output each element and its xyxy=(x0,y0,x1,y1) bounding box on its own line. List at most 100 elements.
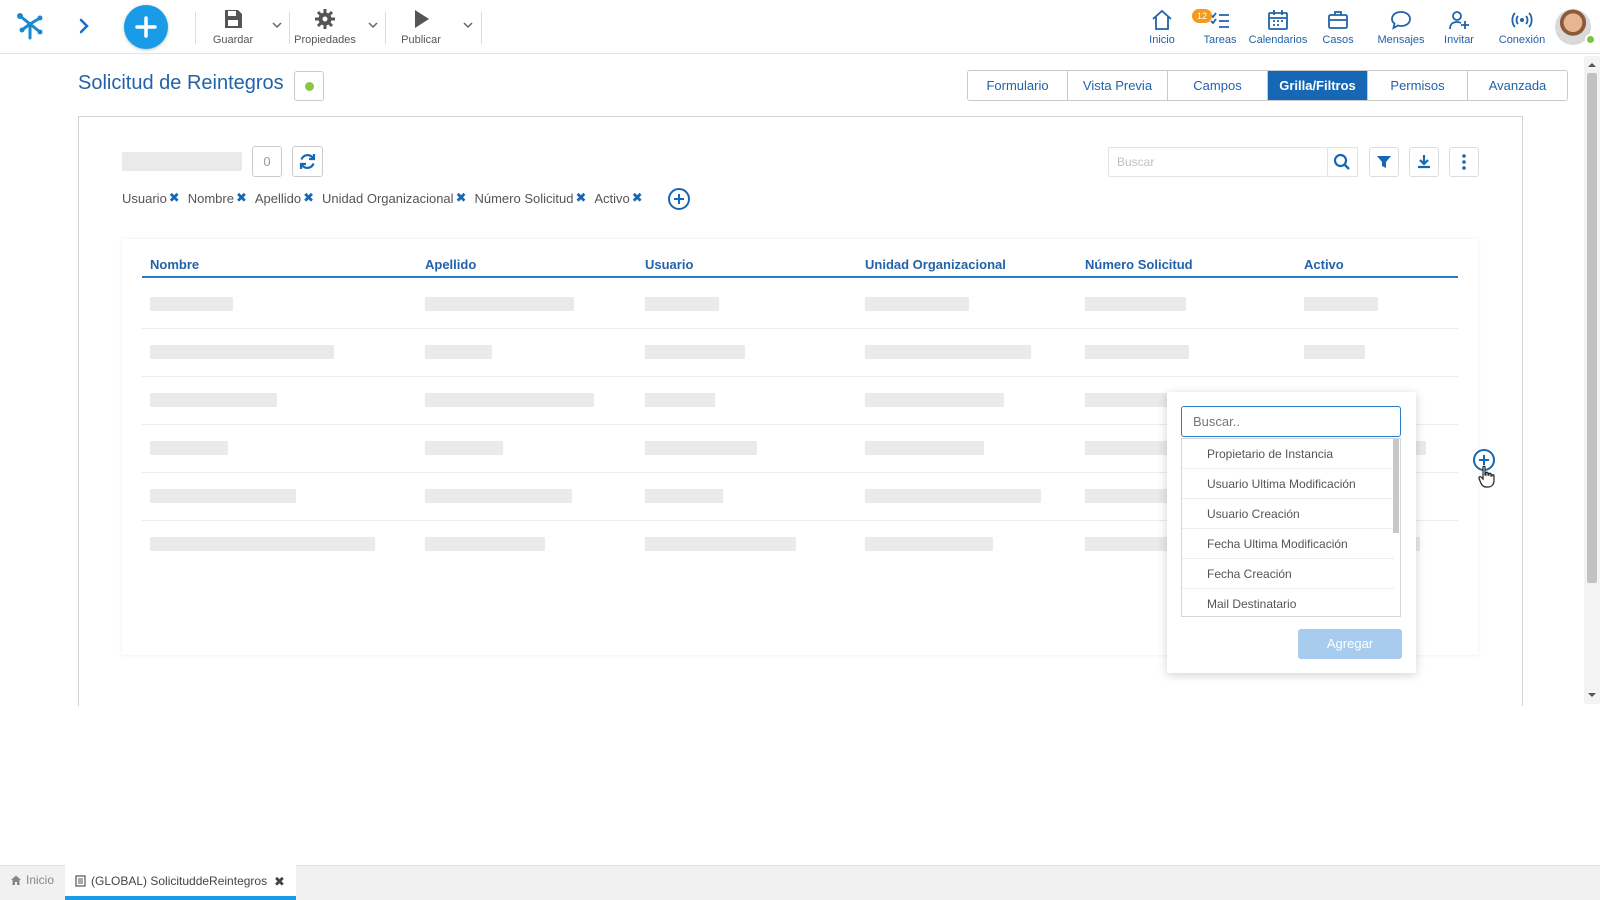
list-item[interactable]: Usuario Ultima Modificación xyxy=(1182,469,1394,499)
cell-placeholder xyxy=(865,345,1031,359)
cell-placeholder xyxy=(150,393,277,407)
filter-chip: Nombre ✖ xyxy=(188,190,247,206)
cell-placeholder xyxy=(1085,297,1186,311)
cell-placeholder xyxy=(645,345,745,359)
tasks-icon xyxy=(1210,12,1229,28)
remove-chip-icon[interactable]: ✖ xyxy=(632,190,643,206)
add-user-icon xyxy=(1449,11,1469,30)
cell-placeholder xyxy=(425,489,572,503)
cell-placeholder xyxy=(425,297,574,311)
filter-chip: Usuario ✖ xyxy=(122,190,180,206)
chevron-down-icon[interactable] xyxy=(366,18,380,32)
tab-vista-previa[interactable]: Vista Previa xyxy=(1068,71,1168,100)
cell-placeholder xyxy=(1304,345,1365,359)
save-icon xyxy=(225,10,242,28)
list-item[interactable]: Fecha Ultima Modificación xyxy=(1182,529,1394,559)
filter-button[interactable] xyxy=(1369,147,1399,177)
grid-title-placeholder xyxy=(122,152,242,171)
tab-grilla-filtros[interactable]: Grilla/Filtros xyxy=(1268,71,1368,100)
filter-chip-label: Número Solicitud xyxy=(474,190,574,206)
new-button[interactable] xyxy=(124,5,168,49)
nav-conexion[interactable]: Conexión xyxy=(1497,8,1547,48)
chevron-down-icon[interactable] xyxy=(270,18,284,32)
add-filter-icon[interactable] xyxy=(667,187,691,211)
scroll-down-icon[interactable] xyxy=(1584,688,1600,702)
cell-placeholder xyxy=(425,441,503,455)
popover-search-input[interactable]: Buscar.. xyxy=(1181,406,1401,437)
cell-placeholder xyxy=(150,489,296,503)
row-divider xyxy=(142,376,1458,377)
refresh-button[interactable] xyxy=(292,146,323,177)
tab-formulario[interactable]: Formulario xyxy=(968,71,1068,100)
status-indicator-button[interactable] xyxy=(294,71,324,101)
nav-invitar[interactable]: Invitar xyxy=(1441,8,1477,48)
cell-placeholder xyxy=(1304,297,1378,311)
cell-placeholder xyxy=(645,393,715,407)
toolbar-divider xyxy=(195,12,196,44)
chevron-right-icon[interactable] xyxy=(72,14,96,38)
taskbar-home[interactable]: Inicio xyxy=(10,873,54,887)
tab-avanzada[interactable]: Avanzada xyxy=(1468,71,1567,100)
cell-placeholder xyxy=(150,441,228,455)
column-header[interactable]: Usuario xyxy=(645,257,693,272)
nav-invitar-label: Invitar xyxy=(1444,34,1474,46)
page-scrollbar-thumb[interactable] xyxy=(1587,73,1597,583)
filter-chip-label: Activo xyxy=(594,190,630,206)
grid-search-button[interactable] xyxy=(1328,147,1358,177)
column-header[interactable]: Unidad Organizacional xyxy=(865,257,1006,272)
nav-calendarios[interactable]: Calendarios xyxy=(1248,8,1308,48)
filter-chip-label: Usuario xyxy=(122,190,167,206)
remove-chip-icon[interactable]: ✖ xyxy=(236,190,247,206)
download-button[interactable] xyxy=(1409,147,1439,177)
list-item[interactable]: Propietario de Instancia xyxy=(1182,439,1394,469)
properties-button[interactable]: Propiedades xyxy=(293,8,357,48)
gear-icon xyxy=(315,9,335,29)
column-header[interactable]: Activo xyxy=(1304,257,1344,272)
list-item[interactable]: Usuario Creación xyxy=(1182,499,1394,529)
add-button[interactable]: Agregar xyxy=(1298,629,1402,659)
tab-permisos[interactable]: Permisos xyxy=(1368,71,1468,100)
play-icon xyxy=(415,10,429,28)
remove-chip-icon[interactable]: ✖ xyxy=(303,190,314,206)
plus-icon xyxy=(135,16,157,38)
popover-list[interactable]: Propietario de Instancia Usuario Ultima … xyxy=(1181,438,1401,617)
list-item[interactable]: Fecha Creación xyxy=(1182,559,1394,589)
remove-chip-icon[interactable]: ✖ xyxy=(456,190,467,206)
nav-mensajes[interactable]: Mensajes xyxy=(1376,8,1426,48)
filter-icon xyxy=(1377,156,1391,168)
publish-label: Publicar xyxy=(401,34,441,46)
toolbar-divider xyxy=(289,12,290,44)
cell-placeholder xyxy=(425,537,545,551)
save-button[interactable]: Guardar xyxy=(208,8,258,48)
close-icon[interactable]: ✖ xyxy=(274,874,285,890)
chevron-down-icon[interactable] xyxy=(461,18,475,32)
popover-scrollbar[interactable] xyxy=(1393,439,1399,533)
online-status-dot xyxy=(1585,34,1596,45)
nav-calendarios-label: Calendarios xyxy=(1248,34,1308,46)
home-icon xyxy=(1152,9,1172,30)
scroll-up-icon[interactable] xyxy=(1584,58,1600,72)
remove-chip-icon[interactable]: ✖ xyxy=(169,190,180,206)
list-item[interactable]: Mail Destinatario xyxy=(1182,589,1394,616)
cell-placeholder xyxy=(645,537,796,551)
cell-placeholder xyxy=(425,393,594,407)
taskbar-tab[interactable]: (GLOBAL) SolicituddeReintegros ✖ xyxy=(65,865,296,900)
publish-button[interactable]: Publicar xyxy=(398,8,444,48)
nav-tareas-label: Tareas xyxy=(1203,34,1237,46)
tab-campos[interactable]: Campos xyxy=(1168,71,1268,100)
remove-chip-icon[interactable]: ✖ xyxy=(575,190,586,206)
cell-placeholder xyxy=(645,297,719,311)
status-dot-icon xyxy=(305,82,314,91)
app-logo-icon[interactable] xyxy=(12,8,48,44)
cell-placeholder xyxy=(1085,489,1170,503)
column-header[interactable]: Número Solicitud xyxy=(1085,257,1193,272)
column-header[interactable]: Nombre xyxy=(150,257,199,272)
more-options-button[interactable] xyxy=(1449,147,1479,177)
cell-placeholder xyxy=(1085,537,1170,551)
cell-placeholder xyxy=(150,297,233,311)
grid-search-input[interactable]: Buscar xyxy=(1108,147,1328,177)
cell-placeholder xyxy=(150,537,375,551)
column-header[interactable]: Apellido xyxy=(425,257,476,272)
nav-casos[interactable]: Casos xyxy=(1320,8,1356,48)
nav-inicio[interactable]: Inicio xyxy=(1144,8,1180,48)
